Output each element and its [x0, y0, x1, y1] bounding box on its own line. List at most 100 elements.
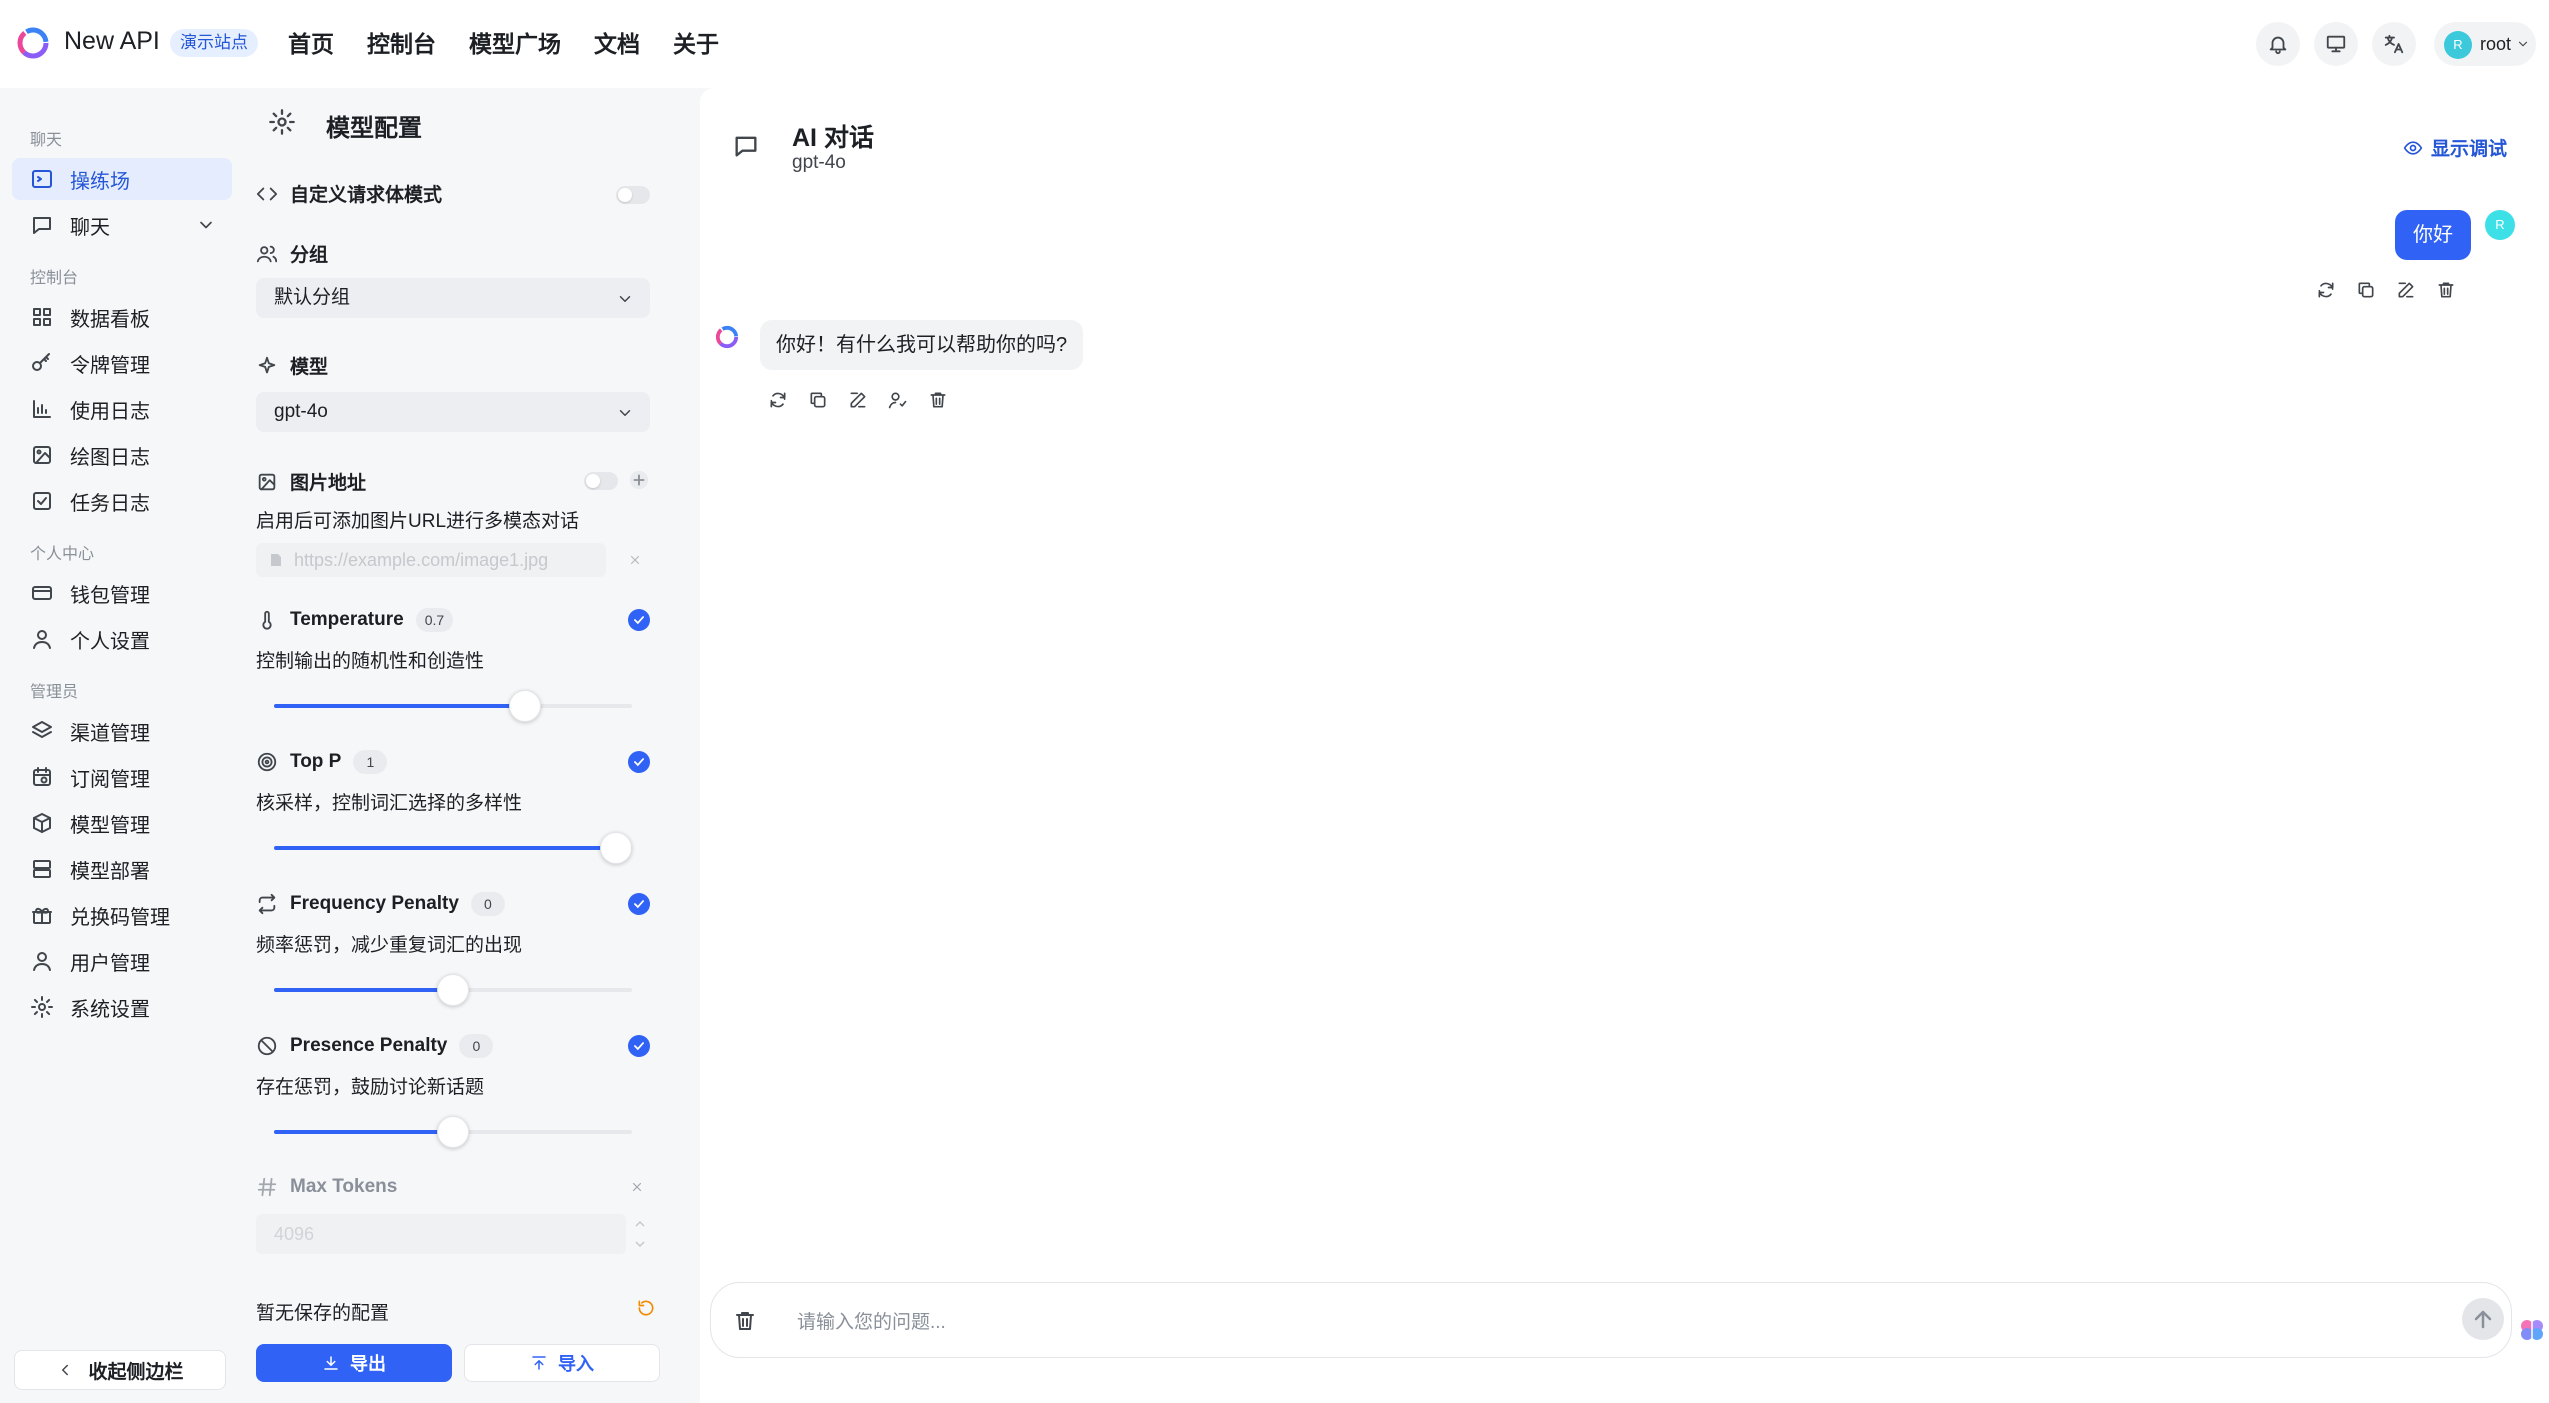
frequency-penalty-value-badge: 0 — [470, 892, 505, 916]
group-label: 分组 — [256, 240, 328, 267]
clear-icon[interactable] — [630, 1180, 644, 1194]
frequency-penalty-desc: 频率惩罚，减少重复词汇的出现 — [256, 935, 523, 956]
temperature-desc: 控制输出的随机性和创造性 — [256, 651, 485, 672]
sidebar-item-models[interactable]: 模型管理 — [12, 802, 232, 844]
sidebar-item-playground[interactable]: 操练场 — [12, 158, 232, 200]
brain-icon[interactable] — [2518, 1316, 2546, 1344]
notifications-button[interactable] — [2256, 22, 2300, 66]
chevron-down-icon[interactable] — [196, 215, 216, 235]
eye-icon — [2403, 140, 2423, 155]
message-composer[interactable]: 请输入您的问题... — [710, 1282, 2512, 1358]
clear-icon[interactable] — [628, 553, 642, 567]
sidebar-item-task-log[interactable]: 任务日志 — [12, 480, 232, 522]
temperature-slider[interactable] — [274, 686, 632, 726]
user-message-actions — [2316, 280, 2456, 300]
slider-handle[interactable] — [509, 690, 541, 722]
presence-penalty-slider[interactable] — [274, 1112, 632, 1152]
reset-icon[interactable] — [636, 1298, 656, 1318]
edit-icon[interactable] — [848, 390, 868, 410]
add-image-icon[interactable] — [628, 469, 650, 491]
image-url-toggle[interactable] — [584, 472, 618, 490]
app-name[interactable]: New API — [64, 27, 160, 56]
nav-docs[interactable]: 文档 — [594, 24, 640, 64]
temperature-label: Temperature 0.7 — [256, 608, 454, 632]
image-icon — [33, 446, 51, 464]
nav-console[interactable]: 控制台 — [367, 24, 436, 64]
send-button[interactable] — [2462, 1298, 2504, 1340]
sidebar-item-chat[interactable]: 聊天 — [12, 204, 232, 246]
group-select[interactable]: 默认分组 — [256, 278, 650, 318]
nav-about[interactable]: 关于 — [673, 24, 719, 64]
copy-icon[interactable] — [2356, 280, 2376, 300]
regenerate-icon[interactable] — [2316, 280, 2336, 300]
app-logo-icon[interactable] — [16, 26, 50, 60]
bell-icon — [2269, 36, 2287, 55]
trash-icon[interactable] — [2436, 280, 2456, 300]
top-p-value-badge: 1 — [353, 750, 388, 774]
user-menu[interactable]: R root — [2434, 22, 2536, 66]
slider-handle[interactable] — [437, 974, 469, 1006]
copy-icon[interactable] — [808, 390, 828, 410]
temperature-value-badge: 0.7 — [415, 608, 454, 632]
export-button[interactable]: 导出 — [256, 1344, 452, 1382]
nav-home[interactable]: 首页 — [288, 24, 334, 64]
frequency-penalty-enabled-check[interactable] — [628, 893, 650, 915]
show-debug-button[interactable]: 显示调试 — [2403, 134, 2507, 161]
check-icon — [634, 1042, 644, 1051]
sidebar-item-label: 令牌管理 — [70, 354, 150, 377]
sidebar-item-dashboard[interactable]: 数据看板 — [12, 296, 232, 338]
user-icon — [33, 952, 51, 971]
sidebar-item-label: 用户管理 — [70, 952, 150, 975]
clear-chat-icon[interactable] — [733, 1309, 757, 1333]
sidebar-item-subscriptions[interactable]: 订阅管理 — [12, 756, 232, 798]
nav-model-market[interactable]: 模型广场 — [469, 24, 561, 64]
collapse-sidebar-button[interactable]: 收起侧边栏 — [14, 1350, 226, 1390]
file-icon — [271, 554, 281, 566]
sidebar-item-channels[interactable]: 渠道管理 — [12, 710, 232, 752]
sidebar-item-wallet[interactable]: 钱包管理 — [12, 572, 232, 614]
edit-icon[interactable] — [2396, 280, 2416, 300]
sidebar-item-label: 模型部署 — [70, 860, 150, 883]
sidebar-item-redeem[interactable]: 兑换码管理 — [12, 894, 232, 936]
gear-icon — [269, 109, 295, 135]
import-button[interactable]: 导入 — [464, 1344, 660, 1382]
sidebar-item-label: 兑换码管理 — [70, 906, 170, 929]
model-select[interactable]: gpt-4o — [256, 392, 650, 432]
slider-handle[interactable] — [437, 1116, 469, 1148]
top-p-slider[interactable] — [274, 828, 632, 868]
sidebar-item-label: 模型管理 — [70, 814, 150, 837]
number-stepper-icon[interactable] — [634, 1216, 646, 1252]
chat-bubble-icon — [735, 136, 757, 157]
language-button[interactable] — [2372, 22, 2416, 66]
presence-penalty-enabled-check[interactable] — [628, 1035, 650, 1057]
sidebar-item-tokens[interactable]: 令牌管理 — [12, 342, 232, 384]
user-message-bubble: 你好 — [2395, 210, 2471, 260]
model-value: gpt-4o — [274, 401, 328, 422]
trash-icon[interactable] — [928, 390, 948, 410]
sidebar: 聊天 操练场 聊天 控制台 数据看板 令牌管理 使用日志 绘图日志 任务日志 个… — [0, 88, 238, 1403]
custom-body-toggle[interactable] — [616, 186, 650, 204]
regenerate-icon[interactable] — [768, 390, 788, 410]
temperature-enabled-check[interactable] — [628, 609, 650, 631]
sidebar-item-personal-settings[interactable]: 个人设置 — [12, 618, 232, 660]
sidebar-item-users[interactable]: 用户管理 — [12, 940, 232, 982]
sidebar-item-deploy[interactable]: 模型部署 — [12, 848, 232, 890]
max-tokens-input[interactable]: 4096 — [256, 1214, 626, 1254]
sidebar-item-draw-log[interactable]: 绘图日志 — [12, 434, 232, 476]
arrow-up-icon — [2474, 1310, 2492, 1329]
sidebar-item-label: 使用日志 — [70, 400, 150, 423]
server-icon — [33, 860, 51, 878]
user-name: root — [2480, 34, 2512, 54]
message-input[interactable]: 请输入您的问题... — [797, 1307, 946, 1334]
assistant-avatar-icon — [714, 324, 740, 350]
switch-role-icon[interactable] — [888, 390, 908, 410]
top-header: New API 演示站点 首页 控制台 模型广场 文档 关于 R root — [0, 0, 2549, 88]
hash-icon — [257, 1177, 277, 1197]
frequency-penalty-slider[interactable] — [274, 970, 632, 1010]
slider-handle[interactable] — [600, 832, 632, 864]
theme-button[interactable] — [2314, 22, 2358, 66]
image-url-input[interactable]: https://example.com/image1.jpg — [256, 543, 606, 577]
sidebar-item-system[interactable]: 系统设置 — [12, 986, 232, 1028]
top-p-enabled-check[interactable] — [628, 751, 650, 773]
sidebar-item-usage-log[interactable]: 使用日志 — [12, 388, 232, 430]
